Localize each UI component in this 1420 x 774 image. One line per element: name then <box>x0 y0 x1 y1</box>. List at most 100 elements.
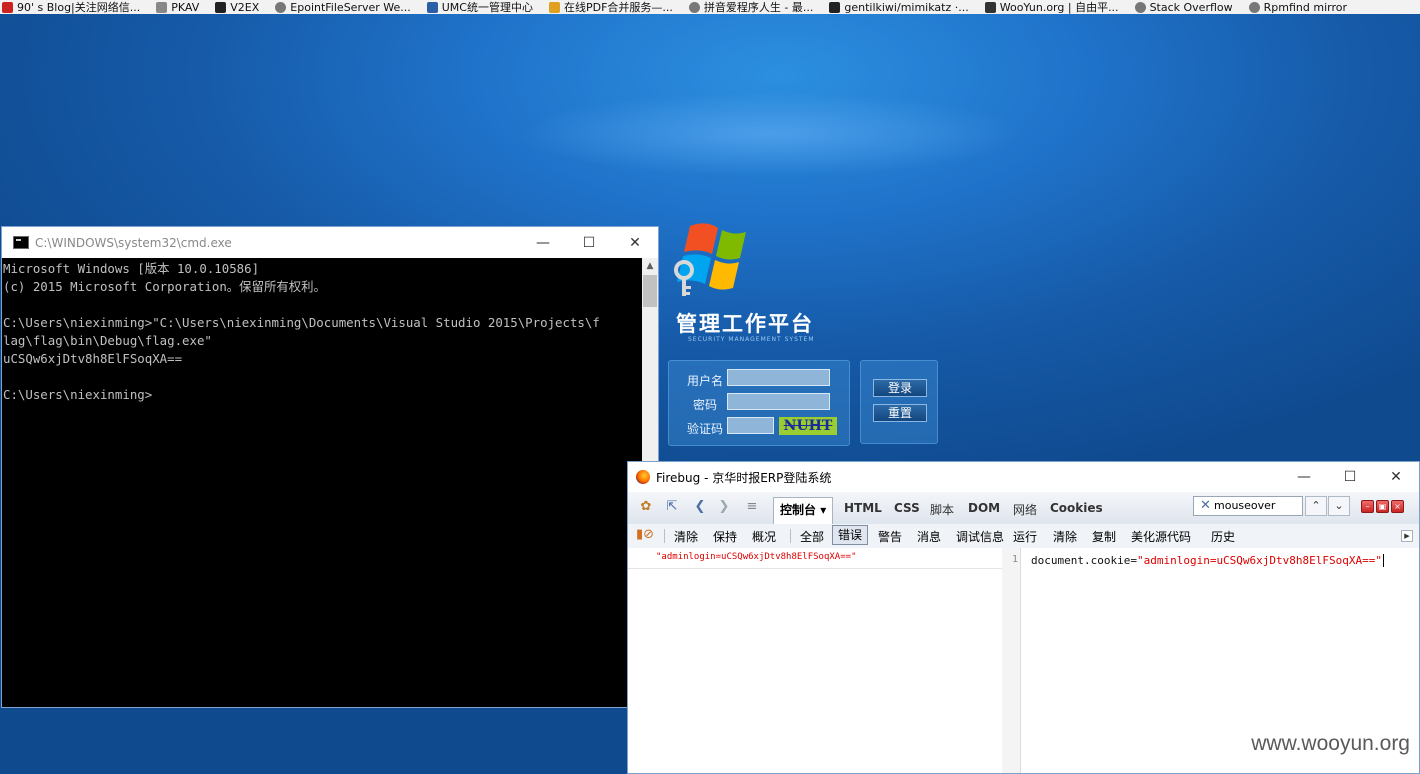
cmd-line: uCSQw6xjDtv8h8ElFSoqXA== <box>3 351 183 366</box>
github-icon <box>829 1 841 13</box>
cmd-window: C:\WINDOWS\system32\cmd.exe — ☐ ✕ Micros… <box>1 226 659 708</box>
cmd-line: C:\Users\niexinming> <box>3 387 153 402</box>
tab-net[interactable]: 网络 <box>1013 501 1037 518</box>
cmd-line: Microsoft Windows [版本 10.0.10586] <box>3 261 260 276</box>
bookmark-label: Stack Overflow <box>1149 0 1233 14</box>
separator <box>790 529 791 543</box>
maximize-icon[interactable]: ☐ <box>566 227 612 258</box>
bookmark-item[interactable]: 拼音爱程序人生 - 最... <box>687 0 813 14</box>
captcha-image[interactable]: NUHT <box>779 417 837 435</box>
scroll-up-icon[interactable]: ▲ <box>642 258 658 274</box>
scroll-thumb[interactable] <box>643 275 657 307</box>
bookmark-item[interactable]: WooYun.org | 自由平... <box>983 0 1119 14</box>
filter-warnings-button[interactable]: 警告 <box>878 528 902 545</box>
tab-css[interactable]: CSS <box>894 501 920 515</box>
line-number: 1 <box>1011 554 1018 565</box>
pretty-print-button[interactable]: 美化源代码 <box>1131 528 1191 545</box>
clear-search-icon[interactable]: ✕ <box>1200 498 1211 513</box>
login-subtitle: SECURITY MANAGEMENT SYSTEM <box>688 336 815 343</box>
close-icon[interactable]: ✕ <box>612 227 658 258</box>
tab-console[interactable]: 控制台 ▾ <box>773 497 834 524</box>
separator <box>664 529 665 543</box>
globe-icon <box>275 1 287 13</box>
bookmark-item[interactable]: Rpmfind mirror <box>1247 0 1347 14</box>
filter-debug-button[interactable]: 调试信息 <box>956 528 1004 545</box>
bookmark-item[interactable]: PKAV <box>154 0 199 14</box>
code-prefix: document.cookie= <box>1031 554 1137 567</box>
firebug-titlebar[interactable]: Firebug - 京华时报ERP登陆系统 — ☐ ✕ <box>628 462 1419 492</box>
filter-all-button[interactable]: 全部 <box>800 528 824 545</box>
tab-cookies[interactable]: Cookies <box>1050 501 1103 515</box>
bookmark-label: UMC统一管理中心 <box>441 1 533 14</box>
inspect-icon[interactable]: ⇱ <box>664 500 680 514</box>
globe-icon <box>1248 1 1260 13</box>
cmd-output[interactable]: Microsoft Windows [版本 10.0.10586] (c) 201… <box>2 258 642 707</box>
editor-gutter: 1 <box>1002 548 1021 773</box>
reset-button[interactable]: 重置 <box>873 404 927 422</box>
search-box: ✕ <box>1193 496 1303 516</box>
cmd-line: (c) 2015 Microsoft Corporation。保留所有权利。 <box>3 279 326 294</box>
search-prev-icon[interactable]: ⌃ <box>1305 496 1327 516</box>
text-cursor <box>1383 554 1385 567</box>
step-list-icon[interactable]: ≡ <box>744 500 760 514</box>
filter-info-button[interactable]: 消息 <box>917 528 941 545</box>
clear-button[interactable]: 清除 <box>674 528 698 545</box>
bookmark-item[interactable]: gentilkiwi/mimikatz ·... <box>827 0 969 14</box>
bookmark-label: PKAV <box>171 0 200 14</box>
back-icon[interactable]: ❮ <box>692 500 708 514</box>
password-label: 密码 <box>692 398 717 412</box>
globe-icon <box>688 1 700 13</box>
cmd-titlebar[interactable]: C:\WINDOWS\system32\cmd.exe — ☐ ✕ <box>2 227 658 258</box>
bookmark-item[interactable]: Stack Overflow <box>1133 0 1233 14</box>
tab-dom[interactable]: DOM <box>968 501 1000 515</box>
minimize-icon[interactable]: — <box>1281 462 1327 492</box>
login-title: 管理工作平台 <box>676 312 814 336</box>
cmd-line: C:\Users\niexinming>"C:\Users\niexinming… <box>3 315 600 330</box>
persist-button[interactable]: 保持 <box>713 528 737 545</box>
history-button[interactable]: 历史 <box>1211 528 1235 545</box>
copy-button[interactable]: 复制 <box>1092 528 1116 545</box>
maximize-icon[interactable]: ☐ <box>1327 462 1373 492</box>
watermark: www.wooyun.org <box>1251 732 1410 755</box>
username-label: 用户名 <box>686 374 723 388</box>
site-icon <box>2 1 13 13</box>
bookmarks-bar: 90' s Blog|关注网络信... PKAV V2EX EpointFileSer… <box>0 0 1420 15</box>
tab-script[interactable]: 脚本 <box>930 501 954 518</box>
cmd-icon <box>13 236 29 249</box>
detach-panel-icon[interactable]: ▣ <box>1376 500 1389 513</box>
site-icon <box>426 1 438 13</box>
profile-button[interactable]: 概况 <box>752 528 776 545</box>
bookmark-item[interactable]: V2EX <box>213 0 259 14</box>
bookmark-label: V2EX <box>230 0 260 14</box>
more-arrow-icon[interactable]: ▶ <box>1401 530 1413 542</box>
search-next-icon[interactable]: ⌄ <box>1328 496 1350 516</box>
filter-errors-button[interactable]: 错误 <box>832 525 869 545</box>
run-button[interactable]: 运行 <box>1013 528 1037 545</box>
captcha-input[interactable] <box>727 417 774 434</box>
search-input[interactable] <box>1214 499 1300 512</box>
firebug-bug-icon[interactable]: ✿ <box>638 500 654 514</box>
break-on-error-icon[interactable]: ▮⊘ <box>636 528 654 542</box>
minimize-panel-icon[interactable]: – <box>1361 500 1374 513</box>
close-panel-icon[interactable]: × <box>1391 500 1404 513</box>
code-line[interactable]: document.cookie="adminlogin=uCSQw6xjDtv8… <box>1031 554 1385 567</box>
username-input[interactable] <box>727 369 830 386</box>
console-log-row[interactable]: "adminlogin=uCSQw6xjDtv8h8ElFSoqXA==" <box>628 548 1002 569</box>
bookmark-item[interactable]: 在线PDF合并服务—... <box>547 0 673 14</box>
bookmark-item[interactable]: EpointFileServer We... <box>273 0 411 14</box>
clear-editor-button[interactable]: 清除 <box>1053 528 1077 545</box>
bookmark-item[interactable]: 90' s Blog|关注网络信... <box>0 0 140 14</box>
console-output-pane: "adminlogin=uCSQw6xjDtv8h8ElFSoqXA==" <box>628 548 1003 773</box>
console-log-text: "adminlogin=uCSQw6xjDtv8h8ElFSoqXA==" <box>656 552 857 562</box>
forward-icon[interactable]: ❯ <box>716 500 732 514</box>
bookmark-label: EpointFileServer We... <box>290 0 411 14</box>
bookmark-item[interactable]: UMC统一管理中心 <box>425 0 533 14</box>
close-icon[interactable]: ✕ <box>1373 462 1419 492</box>
login-button[interactable]: 登录 <box>873 379 927 397</box>
minimize-icon[interactable]: — <box>520 227 566 258</box>
bookmark-label: Rpmfind mirror <box>1263 0 1347 14</box>
bookmark-label: WooYun.org | 自由平... <box>999 1 1119 14</box>
tab-html[interactable]: HTML <box>844 501 882 515</box>
bookmark-label: 在线PDF合并服务—... <box>563 1 673 14</box>
password-input[interactable] <box>727 393 830 410</box>
